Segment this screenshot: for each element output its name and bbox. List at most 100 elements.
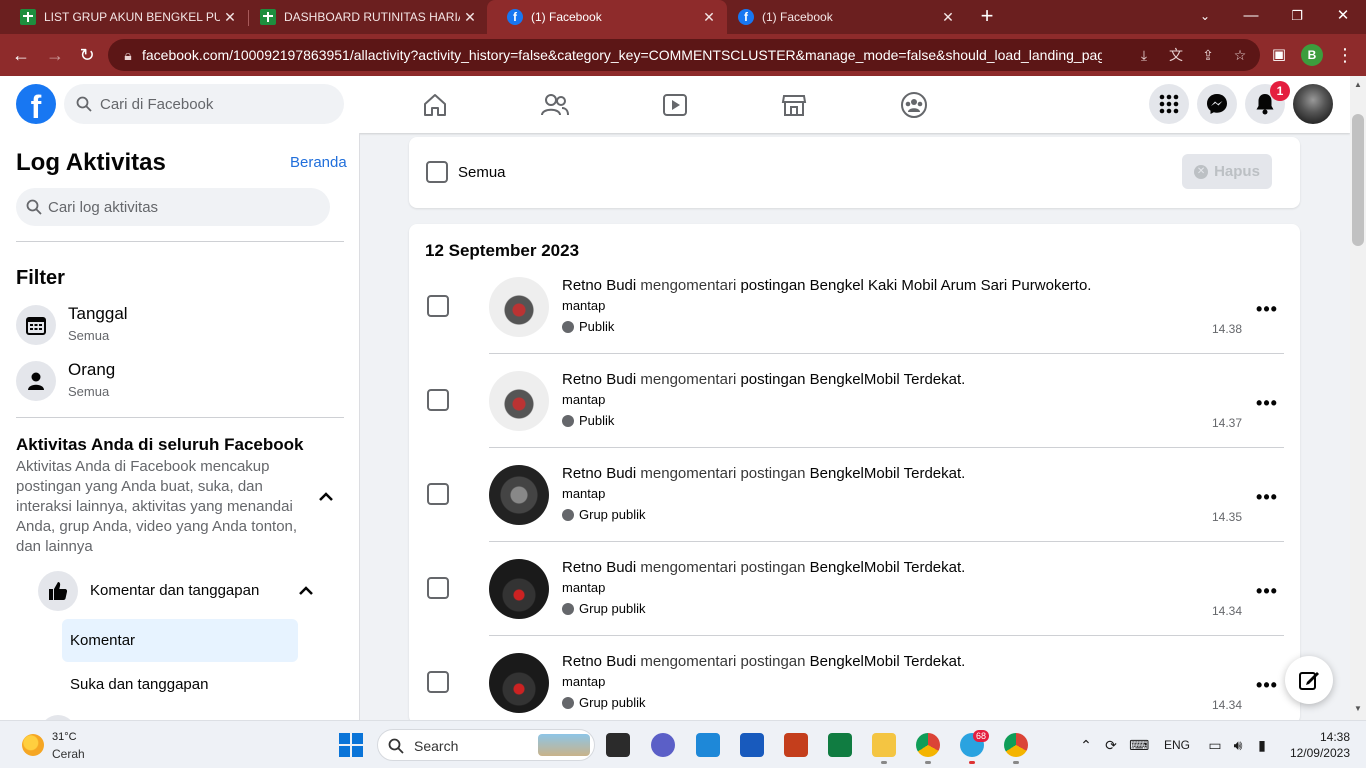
subcategory-comments[interactable]: Komentar [62, 619, 298, 662]
lock-icon[interactable]: 🔒︎ [118, 45, 138, 65]
windows-start-button[interactable] [339, 733, 363, 757]
close-tab-icon[interactable]: ✕ [220, 9, 240, 26]
taskbar-search[interactable]: Search [377, 729, 595, 761]
scroll-up-arrow-icon[interactable]: ▲ [1354, 80, 1362, 89]
restore-button[interactable]: ❐ [1274, 0, 1320, 34]
task-view-icon[interactable] [606, 733, 630, 757]
activity-object[interactable]: postingan Bengkel Kaki Mobil Arum Sari P… [740, 277, 1091, 294]
weather-temperature[interactable]: 31°C [52, 731, 77, 743]
menu-button[interactable] [1149, 84, 1189, 124]
watch-nav[interactable] [619, 84, 731, 126]
chevron-up-icon[interactable] [296, 581, 316, 601]
item-checkbox[interactable] [427, 671, 449, 693]
clock-time[interactable]: 14:38 [1300, 730, 1350, 744]
activity-summary[interactable]: Retno Budi mengomentari postingan Bengke… [562, 465, 965, 482]
groups-nav[interactable] [858, 84, 970, 126]
new-message-button[interactable] [1285, 656, 1333, 704]
activity-object[interactable]: BengkelMobil Terdekat. [810, 559, 966, 576]
item-checkbox[interactable] [427, 389, 449, 411]
post-thumbnail[interactable] [489, 653, 549, 713]
excel-icon[interactable] [828, 733, 852, 757]
actor-name[interactable]: Retno Budi [562, 559, 636, 576]
more-options-icon[interactable]: ••• [1255, 676, 1279, 697]
close-tab-icon[interactable]: ✕ [460, 9, 480, 26]
file-explorer-icon[interactable] [872, 733, 896, 757]
sync-icon[interactable]: ⟳ [1102, 736, 1120, 754]
activity-object[interactable]: postingan BengkelMobil Terdekat. [740, 371, 965, 388]
chrome-icon[interactable] [916, 733, 940, 757]
close-tab-icon[interactable]: ✕ [938, 9, 958, 26]
tray-chevron-up-icon[interactable]: ⌃ [1077, 736, 1095, 754]
select-all-checkbox[interactable] [426, 161, 448, 183]
more-options-icon[interactable]: ••• [1255, 488, 1279, 509]
minimize-button[interactable]: — [1228, 0, 1274, 34]
actor-name[interactable]: Retno Budi [562, 277, 636, 294]
browser-tab-active[interactable]: f (1) Facebook ✕ [487, 0, 727, 34]
activity-summary[interactable]: Retno Budi mengomentari postingan Bengke… [562, 371, 965, 388]
activity-summary[interactable]: Retno Budi mengomentari postingan Bengke… [562, 653, 965, 670]
activity-object[interactable]: BengkelMobil Terdekat. [810, 465, 966, 482]
battery-icon[interactable]: ▮ [1253, 736, 1271, 754]
scroll-down-arrow-icon[interactable]: ▼ [1354, 704, 1362, 713]
post-thumbnail[interactable] [489, 371, 549, 431]
install-icon[interactable]: ⤓ [1134, 45, 1154, 65]
category-comments-reactions[interactable]: Komentar dan tanggapan [38, 570, 328, 612]
filter-date[interactable]: Tanggal Semua [16, 301, 344, 349]
side-panel-icon[interactable]: ▣ [1264, 40, 1294, 70]
item-checkbox[interactable] [427, 577, 449, 599]
language-indicator[interactable]: ENG [1164, 738, 1190, 752]
tab-search-chevron-icon[interactable]: ⌄ [1182, 0, 1228, 34]
bookmark-star-icon[interactable]: ☆ [1230, 45, 1250, 65]
activity-summary[interactable]: Retno Budi mengomentari postingan Bengke… [562, 559, 965, 576]
menu-kebab-icon[interactable]: ⋮ [1330, 40, 1360, 70]
browser-tab[interactable]: DASHBOARD RUTINITAS HARIAN ✕ [240, 0, 488, 34]
address-bar[interactable]: 🔒︎ facebook.com/100092197863951/allactiv… [108, 39, 1260, 71]
activity-summary[interactable]: Retno Budi mengomentari postingan Bengke… [562, 277, 1091, 294]
weather-sun-icon[interactable] [22, 734, 44, 756]
home-nav[interactable] [379, 84, 491, 126]
page-scrollbar[interactable]: ▲ ▼ [1350, 76, 1366, 720]
post-thumbnail[interactable] [489, 465, 549, 525]
home-link[interactable]: Beranda [290, 154, 347, 171]
filter-person[interactable]: Orang Semua [16, 357, 344, 405]
keyboard-icon[interactable]: ⌨ [1129, 736, 1149, 754]
vscode-icon[interactable] [696, 733, 720, 757]
reload-button[interactable]: ↻ [72, 40, 102, 70]
scrollbar-thumb[interactable] [1352, 114, 1364, 246]
share-icon[interactable]: ⇪ [1198, 45, 1218, 65]
weather-description[interactable]: Cerah [52, 747, 85, 761]
item-checkbox[interactable] [427, 295, 449, 317]
post-thumbnail[interactable] [489, 559, 549, 619]
url-text[interactable]: facebook.com/100092197863951/allactivity… [142, 47, 1102, 63]
item-checkbox[interactable] [427, 483, 449, 505]
activity-search-input[interactable]: Cari log aktivitas [16, 188, 330, 226]
more-options-icon[interactable]: ••• [1255, 394, 1279, 415]
account-avatar[interactable] [1293, 84, 1333, 124]
messenger-button[interactable] [1197, 84, 1237, 124]
network-icon[interactable]: ▭ [1206, 736, 1224, 754]
more-options-icon[interactable]: ••• [1255, 582, 1279, 603]
facebook-search-input[interactable]: Cari di Facebook [64, 84, 344, 124]
friends-nav[interactable] [499, 84, 611, 126]
browser-tab[interactable]: LIST GRUP AKUN BENGKEL PURW ✕ [0, 0, 248, 34]
browser-tab[interactable]: f (1) Facebook ✕ [718, 0, 966, 34]
subcategory-likes-reactions[interactable]: Suka dan tanggapan [70, 676, 208, 693]
translate-icon[interactable]: 文 [1166, 45, 1186, 65]
back-button[interactable]: ← [6, 40, 36, 70]
forward-button[interactable]: → [40, 40, 70, 70]
actor-name[interactable]: Retno Budi [562, 653, 636, 670]
chat-icon[interactable] [651, 733, 675, 757]
post-thumbnail[interactable] [489, 277, 549, 337]
chevron-up-icon[interactable] [316, 487, 336, 507]
facebook-logo[interactable]: f [16, 84, 56, 125]
volume-icon[interactable]: 🔊︎ [1229, 736, 1247, 754]
actor-name[interactable]: Retno Budi [562, 465, 636, 482]
word-icon[interactable] [740, 733, 764, 757]
profile-avatar[interactable]: B [1301, 44, 1323, 66]
marketplace-nav[interactable] [738, 84, 850, 126]
delete-button[interactable]: ✕ Hapus [1182, 154, 1272, 189]
new-tab-button[interactable]: + [964, 0, 1010, 34]
chrome-profile-icon[interactable] [1004, 733, 1028, 757]
powerpoint-icon[interactable] [784, 733, 808, 757]
close-window-button[interactable]: ✕ [1320, 0, 1366, 34]
